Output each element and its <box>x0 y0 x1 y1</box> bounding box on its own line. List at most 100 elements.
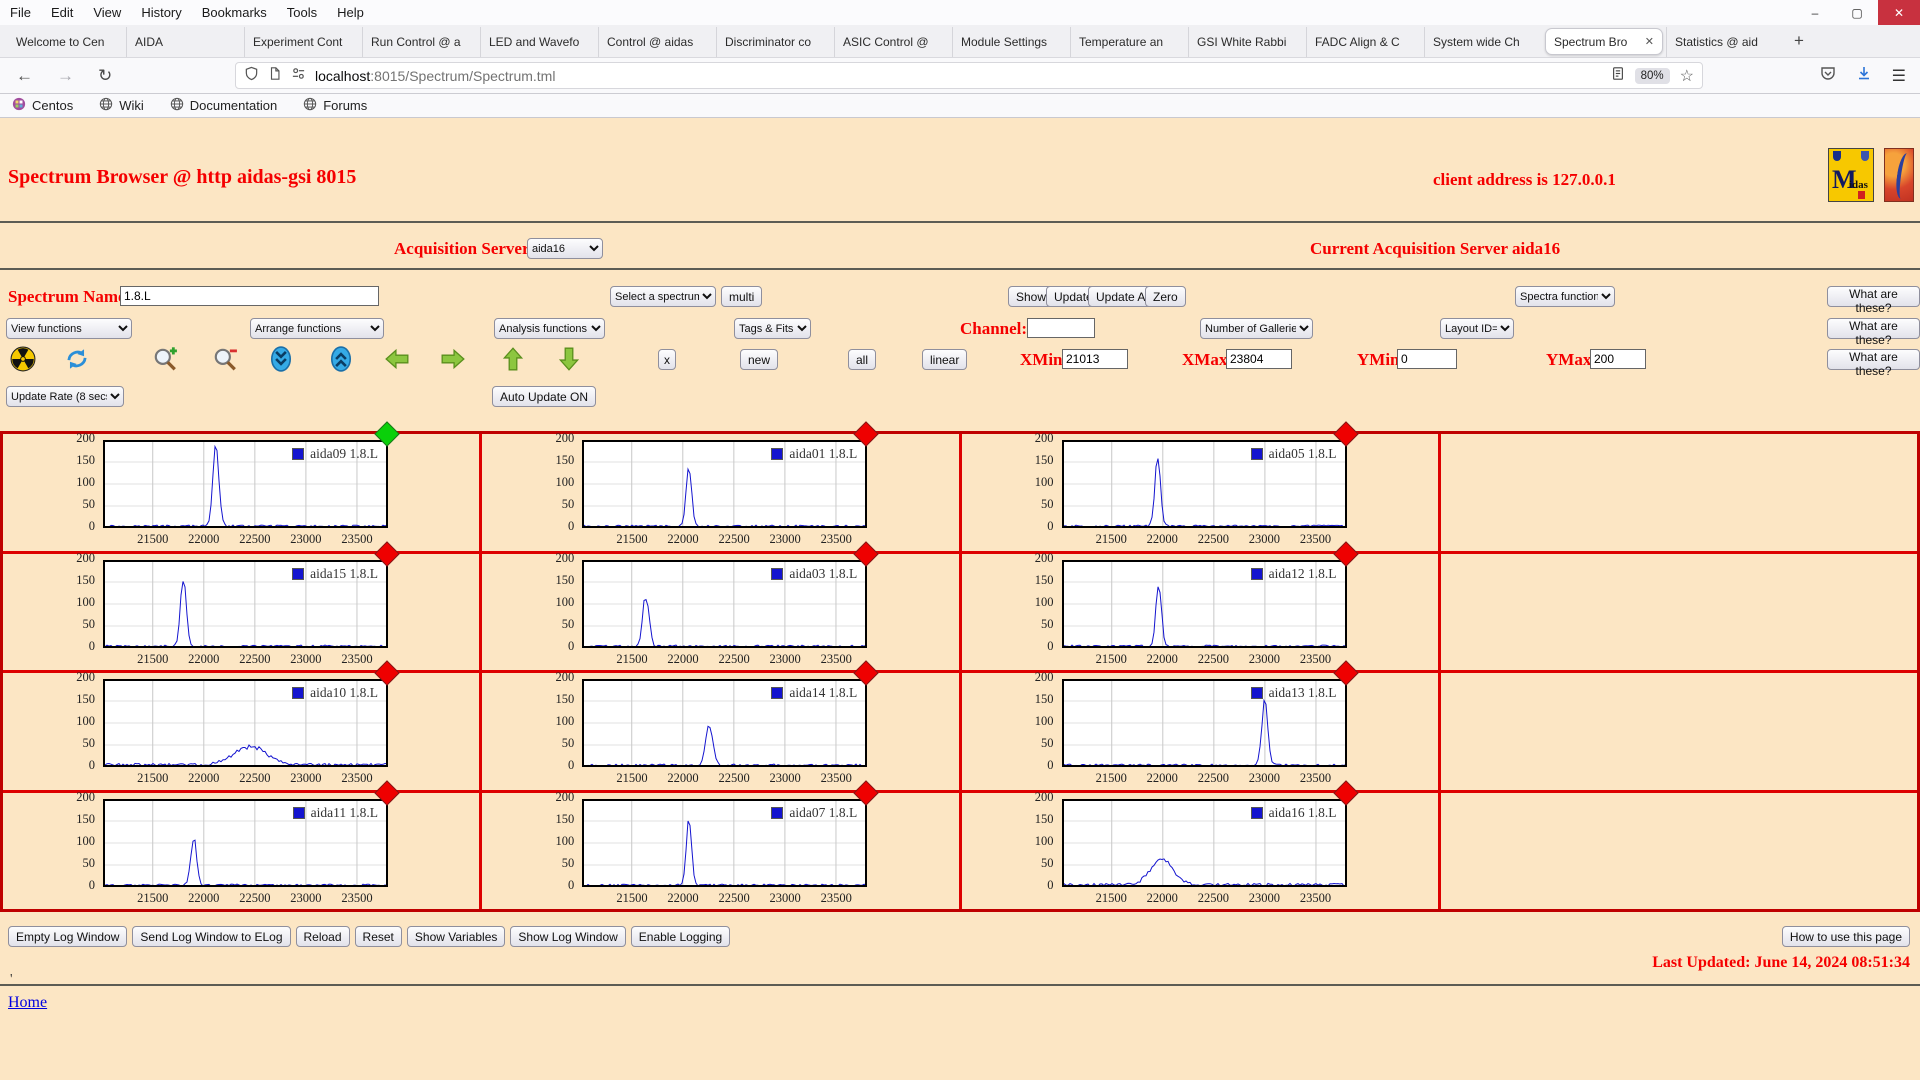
empty-log-window-button[interactable]: Empty Log Window <box>8 926 128 947</box>
arrow-right-icon[interactable] <box>440 346 466 372</box>
all-button[interactable]: all <box>848 349 877 370</box>
layout-select[interactable]: Layout ID=3 <box>1440 318 1514 339</box>
how-to-use-button[interactable]: How to use this page <box>1781 926 1910 947</box>
tab-welcome-to-cen[interactable]: Welcome to Cen <box>8 27 126 57</box>
tab-control-aidas[interactable]: Control @ aidas <box>598 27 716 57</box>
tab-statistics-aid[interactable]: Statistics @ aid <box>1666 27 1784 57</box>
tab-spectrum-bro[interactable]: Spectrum Bro ✕ <box>1545 28 1663 55</box>
legend-swatch <box>292 687 305 699</box>
navigation-bar: ← → ↻ localhost:8015/Spectrum/Spectrum.t… <box>0 58 1920 94</box>
what-are-these-button-3[interactable]: What are these? <box>1827 349 1920 378</box>
menu-view[interactable]: View <box>83 5 131 20</box>
spectrum-name-input[interactable] <box>120 286 379 306</box>
multi-button[interactable]: multi <box>721 286 763 307</box>
what-are-these-button-2[interactable]: What are these? <box>1827 318 1920 347</box>
arrange-functions-select[interactable]: Arrange functions <box>250 318 384 339</box>
tab-asic-control[interactable]: ASIC Control @ <box>834 27 952 57</box>
arrow-down-icon[interactable] <box>556 346 582 372</box>
select-a-spectrum[interactable]: Select a spectrum <box>610 286 716 307</box>
menu-history[interactable]: History <box>131 5 191 20</box>
send-log-window-to-elog-button[interactable]: Send Log Window to ELog <box>132 926 291 947</box>
xmax-label: XMax <box>1182 350 1228 369</box>
reset-button[interactable]: Reset <box>354 926 402 947</box>
menu-edit[interactable]: Edit <box>41 5 83 20</box>
back-button[interactable]: ← <box>16 66 33 86</box>
spectra-functions-select[interactable]: Spectra functions <box>1515 286 1615 307</box>
acquisition-server-select[interactable]: aida16 <box>527 238 603 259</box>
xmax-input[interactable] <box>1226 349 1292 369</box>
linear-button[interactable]: linear <box>922 349 968 370</box>
galleries-select[interactable]: Number of Galleries <box>1200 318 1313 339</box>
menu-bookmarks[interactable]: Bookmarks <box>192 5 277 20</box>
bookmark-item-wiki[interactable]: Wiki <box>99 97 144 114</box>
bookmark-item-centos[interactable]: Centos <box>12 97 73 114</box>
forward-button[interactable]: → <box>57 66 74 86</box>
tab-led-and-wavefo[interactable]: LED and Wavefo <box>480 27 598 57</box>
maximize-icon[interactable]: ▢ <box>1836 0 1878 25</box>
new-tab-button[interactable]: + <box>1784 31 1814 51</box>
reader-mode-icon[interactable] <box>1611 66 1625 86</box>
what-are-these-button-1[interactable]: What are these? <box>1827 286 1920 315</box>
minimize-icon[interactable]: – <box>1794 0 1836 25</box>
reload-button[interactable]: Reload <box>295 926 350 947</box>
tab-gsi-white-rabbi[interactable]: GSI White Rabbi <box>1188 27 1306 57</box>
enable-logging-button[interactable]: Enable Logging <box>630 926 731 947</box>
tab-close-icon[interactable]: ✕ <box>1645 35 1654 48</box>
tab-run-control-a[interactable]: Run Control @ a <box>362 27 480 57</box>
legend-swatch <box>771 448 784 460</box>
reload-button[interactable]: ↻ <box>98 66 112 86</box>
address-bar[interactable]: localhost:8015/Spectrum/Spectrum.tml 80%… <box>235 62 1703 89</box>
zoom-out-icon[interactable] <box>212 346 238 372</box>
update-rate-select[interactable]: Update Rate (8 secs) <box>6 386 124 407</box>
bookmark-star-icon[interactable]: ☆ <box>1680 66 1694 86</box>
show-log-window-button[interactable]: Show Log Window <box>510 926 626 947</box>
menu-help[interactable]: Help <box>327 5 374 20</box>
analysis-functions-select[interactable]: Analysis functions <box>494 318 605 339</box>
permissions-icon[interactable] <box>291 66 306 86</box>
tab-system-wide-ch[interactable]: System wide Ch <box>1424 27 1542 57</box>
y-axis-label: 100 <box>76 594 95 609</box>
home-link[interactable]: Home <box>8 994 47 1012</box>
zoom-level-badge[interactable]: 80% <box>1634 67 1670 84</box>
tab-discriminator-co[interactable]: Discriminator co <box>716 27 834 57</box>
collapse-down-icon[interactable] <box>268 346 294 372</box>
bookmark-item-forums[interactable]: Forums <box>303 97 367 114</box>
zero-button[interactable]: Zero <box>1145 286 1186 307</box>
expand-up-icon[interactable] <box>328 346 354 372</box>
url-path: :8015/Spectrum/Spectrum.tml <box>370 67 556 84</box>
zoom-in-icon[interactable] <box>152 346 178 372</box>
bookmark-item-documentation[interactable]: Documentation <box>170 97 277 114</box>
menu-file[interactable]: File <box>0 5 41 20</box>
tab-experiment-cont[interactable]: Experiment Cont <box>244 27 362 57</box>
tab-aida[interactable]: AIDA <box>126 27 244 57</box>
radiation-icon[interactable] <box>10 346 36 372</box>
close-icon[interactable]: ✕ <box>1878 0 1920 25</box>
tab-module-settings[interactable]: Module Settings <box>952 27 1070 57</box>
tab-label: Statistics @ aid <box>1675 35 1758 49</box>
show-variables-button[interactable]: Show Variables <box>406 926 506 947</box>
arrow-up-icon[interactable] <box>500 346 526 372</box>
ymax-input[interactable] <box>1590 349 1646 369</box>
page-info-icon[interactable] <box>268 66 282 86</box>
panel-legend: aida09 1.8.L <box>213 446 378 462</box>
arrow-left-icon[interactable] <box>384 346 410 372</box>
tags-fits-select[interactable]: Tags & Fits <box>734 318 811 339</box>
new-button[interactable]: new <box>740 349 779 370</box>
legend-label: aida11 1.8.L <box>310 804 378 820</box>
channel-input[interactable] <box>1027 318 1095 338</box>
menu-tools[interactable]: Tools <box>277 5 327 20</box>
menubar-items: File Edit View History Bookmarks Tools Help <box>0 5 374 20</box>
xmin-input[interactable] <box>1062 349 1128 369</box>
spectrum-cell: 0 50 100 150 200 21500 22000 22500 23000 23500 aid… <box>3 540 480 670</box>
tab-fadc-align-c[interactable]: FADC Align & C <box>1306 27 1424 57</box>
refresh-icon[interactable] <box>64 346 90 372</box>
shield-icon[interactable] <box>244 66 259 86</box>
ymin-input[interactable] <box>1397 349 1457 369</box>
view-functions-select[interactable]: View functions <box>6 318 132 339</box>
download-icon[interactable] <box>1856 65 1872 86</box>
hamburger-menu-icon[interactable]: ☰ <box>1892 66 1906 86</box>
x-button[interactable]: x <box>658 349 676 370</box>
auto-update-button[interactable]: Auto Update ON <box>492 386 597 407</box>
tab-temperature-an[interactable]: Temperature an <box>1070 27 1188 57</box>
pocket-icon[interactable] <box>1820 65 1836 86</box>
